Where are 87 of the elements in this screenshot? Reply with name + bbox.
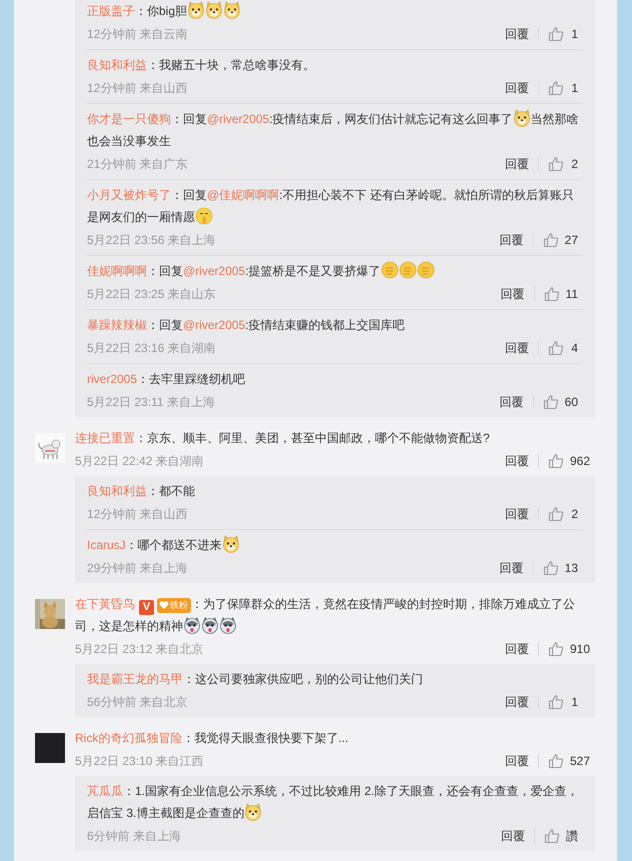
like-button[interactable]: 4 <box>548 339 578 357</box>
comment-text: Rick的奇幻孤独冒险：我觉得天眼查很快要下架了... <box>75 730 350 747</box>
thumbs-up-icon <box>548 453 564 469</box>
dog-face-icon <box>205 1 224 19</box>
reply-link[interactable]: 回覆 <box>501 827 525 845</box>
comment-text: 良知和利益：都不能 <box>87 483 196 500</box>
like-button[interactable]: 1 <box>548 25 578 43</box>
timestamp: 12分钟前 来自山西 <box>87 506 188 523</box>
comment-text: IcarusJ：哪个都送不进来 <box>87 534 583 556</box>
dog-face-icon <box>187 1 206 19</box>
timestamp: 5月22日 23:25 来自山东 <box>87 286 216 303</box>
thumbs-up-icon <box>542 560 559 576</box>
comment-text: 小月又被炸号了：回复@佳妮啊啊啊:不用担心装不下 还有白茅岭呢。就怕所谓的秋后算账只是网友们的一厢情愿 <box>87 187 575 227</box>
thumbs-up-icon <box>544 828 560 844</box>
timestamp: 5月22日 23:56 来自上海 <box>87 232 216 249</box>
like-button[interactable]: 2 <box>548 505 578 523</box>
reply-link[interactable]: 回覆 <box>500 393 524 411</box>
timestamp: 5月22日 23:11 来自上海 <box>87 394 215 411</box>
reply-link[interactable]: 回覆 <box>505 339 529 357</box>
comment-text: 连接已重置：京东、顺丰、阿里、美团，甚至中国邮政，哪个不能做物资配送? <box>75 430 491 447</box>
husky-face-icon <box>201 616 219 634</box>
like-button[interactable]: 27 <box>542 231 578 249</box>
timestamp: 21分钟前 来自广东 <box>87 156 188 173</box>
comment-text: 暴躁辣辣椒：回复@river2005:疫情结束赚的钱都上交国库吧 <box>87 317 406 334</box>
reply-link[interactable]: 回覆 <box>505 693 529 711</box>
like-button[interactable]: 13 <box>542 559 578 577</box>
thumbs-up-icon <box>542 232 559 248</box>
comment-text: 正版盖子：你big胆 <box>87 0 583 22</box>
thumbs-up-icon <box>548 26 564 42</box>
like-button[interactable]: 527 <box>548 752 590 770</box>
thumbs-up-icon <box>548 506 564 522</box>
heart-icon <box>159 600 169 610</box>
thumbs-up-icon <box>548 641 564 657</box>
reply-link[interactable]: 回覆 <box>504 640 529 658</box>
like-button[interactable]: 讚 <box>544 827 578 845</box>
avatar <box>35 733 65 763</box>
like-button[interactable]: 910 <box>548 640 590 658</box>
timestamp: 29分钟前 来自上海 <box>87 560 188 577</box>
reply-link[interactable]: 回覆 <box>505 505 529 523</box>
fist-icon <box>398 261 417 279</box>
timestamp: 5月22日 22:42 来自湖南 <box>75 453 204 470</box>
dog-face-icon <box>222 535 240 553</box>
reply-link[interactable]: 回覆 <box>500 559 524 577</box>
comment-text: 芃瓜瓜：1.国家有企业信息公示系统，不过比较难用 2.除了天眼查，还会有企查查，爱企查，启信宝 3.博主截图是企查查的 <box>87 783 580 823</box>
like-button[interactable]: 11 <box>544 285 578 303</box>
badge-label: 铁粉 <box>170 600 188 610</box>
dog-face-icon <box>512 109 531 127</box>
reply-link[interactable]: 回覆 <box>505 25 529 43</box>
comment-text: 良知和利益：我赌五十块，常总啥事没有。 <box>87 57 316 74</box>
reply-link[interactable]: 回覆 <box>504 752 529 770</box>
like-button[interactable]: 1 <box>548 79 578 97</box>
thumbs-up-icon <box>544 286 560 302</box>
thumbs-up-icon <box>548 694 564 710</box>
dog-face-icon <box>223 1 242 19</box>
timestamp: 6分钟前 来自上海 <box>87 828 182 845</box>
timestamp: 5月22日 23:12 来自北京 <box>75 641 204 658</box>
comment-text: 我是霸王龙的马甲：这公司要独家供应吧，别的公司让他们关门 <box>87 671 424 688</box>
thumbs-up-icon <box>548 156 564 172</box>
hushing-face-icon <box>195 207 213 225</box>
timestamp: 5月22日 23:10 来自江西 <box>75 753 204 770</box>
reply-link[interactable]: 回覆 <box>504 452 529 470</box>
fist-icon <box>416 261 435 279</box>
timestamp: 12分钟前 来自云南 <box>87 26 188 43</box>
timestamp: 5月22日 23:16 来自湖南 <box>87 340 216 357</box>
thumbs-up-icon <box>548 80 564 96</box>
reply-link[interactable]: 回覆 <box>500 231 524 249</box>
husky-face-icon <box>183 616 201 634</box>
verified-badge: V <box>139 600 154 615</box>
timestamp: 56分钟前 来自北京 <box>87 694 188 711</box>
dog-face-icon <box>244 803 262 821</box>
comment-text: 佳妮啊啊啊：回复@river2005:提篮桥是不是又要挤爆了 <box>87 260 583 282</box>
like-button[interactable]: 1 <box>548 693 578 711</box>
like-button[interactable]: 2 <box>548 155 578 173</box>
timestamp: 12分钟前 来自山西 <box>87 80 188 97</box>
reply-link[interactable]: 回覆 <box>505 155 529 173</box>
reply-link[interactable]: 回覆 <box>505 79 529 97</box>
thumbs-up-icon <box>548 753 564 769</box>
fist-icon <box>380 261 399 279</box>
comment-text: 你才是一只傻狗：回复@river2005:疫情结束后，网友们估计就忘记有这么回事了 当然那啥也会当没事发生 <box>87 108 583 152</box>
comment-text: 在下黃昏鸟 V 铁粉 ：为了保障群众的生活，竟然在疫情严峻的封控时期，排除万难成立了公司，这是怎样的精神 <box>75 596 576 636</box>
comment-text: river2005：去牢里踩缝纫机吧 <box>87 371 246 388</box>
thumbs-up-icon <box>548 340 564 356</box>
reply-link[interactable]: 回覆 <box>500 285 525 303</box>
like-button[interactable]: 962 <box>548 452 590 470</box>
husky-face-icon <box>219 616 237 634</box>
like-button[interactable]: 60 <box>542 393 578 411</box>
thumbs-up-icon <box>542 394 559 410</box>
